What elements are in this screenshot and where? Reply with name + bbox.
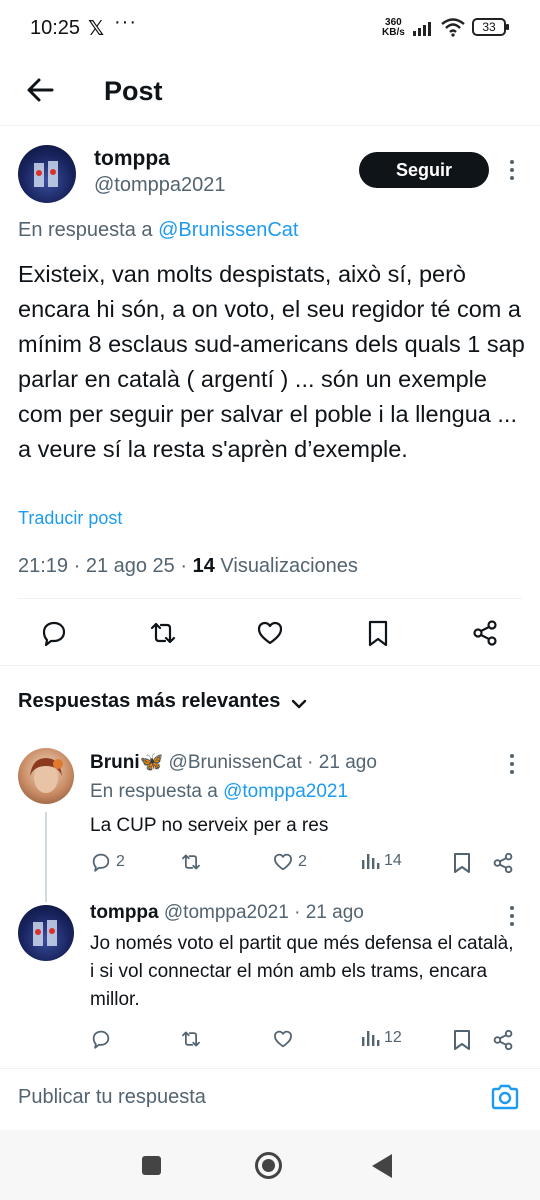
more-notifications-icon: ··· bbox=[114, 11, 137, 33]
replies-sort-label[interactable]: Respuestas más relevantes bbox=[18, 690, 280, 713]
author-avatar[interactable] bbox=[18, 145, 76, 203]
post-meta: 21:19 · 21 ago 25 · 14 Visualizaciones bbox=[18, 555, 358, 578]
home-button[interactable] bbox=[255, 1152, 282, 1179]
page-title: Post bbox=[104, 76, 163, 106]
post-views-count: 14 bbox=[192, 555, 215, 577]
reply-time: · 21 ago bbox=[294, 902, 364, 923]
thread-line bbox=[45, 812, 47, 902]
composer-divider bbox=[0, 1068, 540, 1069]
top-header: Post bbox=[0, 56, 540, 126]
reply-repost-button[interactable] bbox=[180, 1028, 206, 1050]
status-time: 10:25 bbox=[30, 17, 81, 39]
author-handle[interactable]: @tomppa2021 bbox=[94, 174, 226, 197]
chevron-down-icon[interactable] bbox=[288, 693, 310, 715]
reply-author-name[interactable]: Bruni🦋 bbox=[90, 752, 163, 773]
camera-icon[interactable] bbox=[490, 1082, 520, 1112]
reply-time: · 21 ago bbox=[307, 752, 377, 773]
reply-like-button[interactable]: 2 bbox=[272, 851, 307, 873]
avatar-image bbox=[34, 161, 58, 187]
reply-icon bbox=[92, 853, 110, 872]
system-back-button[interactable] bbox=[372, 1154, 392, 1178]
network-speed: 360 KB/s bbox=[382, 18, 405, 38]
reply-icon bbox=[42, 621, 66, 647]
cell-signal-icon bbox=[413, 22, 431, 36]
arrow-left-icon[interactable] bbox=[22, 72, 58, 108]
analytics-icon bbox=[362, 854, 380, 869]
reply-icon bbox=[92, 1030, 110, 1049]
reply-like-button[interactable] bbox=[272, 1028, 298, 1050]
system-navigation-bar bbox=[0, 1130, 540, 1200]
reply-views-button[interactable]: 14 bbox=[360, 851, 402, 871]
bookmark-icon[interactable] bbox=[452, 1029, 472, 1051]
heart-icon bbox=[274, 853, 292, 871]
avatar-image bbox=[33, 920, 57, 946]
reply-to-prefix: En respuesta a bbox=[18, 219, 153, 241]
views-count: 14 bbox=[384, 852, 402, 869]
recent-apps-button[interactable] bbox=[142, 1156, 161, 1175]
reply-button[interactable] bbox=[37, 616, 71, 650]
divider bbox=[18, 598, 522, 599]
reply-views-button[interactable]: 12 bbox=[360, 1028, 402, 1048]
like-button[interactable] bbox=[253, 616, 287, 650]
reply-count: 2 bbox=[116, 853, 125, 870]
post-timestamp: 21:19 · 21 ago 25 · bbox=[18, 555, 188, 577]
reply-author-handle[interactable]: @BrunissenCat bbox=[169, 752, 302, 773]
wifi-icon bbox=[441, 18, 465, 37]
network-speed-unit: KB/s bbox=[382, 27, 405, 38]
reply-avatar[interactable] bbox=[18, 748, 74, 804]
bookmark-icon bbox=[368, 620, 388, 647]
reply-avatar[interactable] bbox=[18, 905, 74, 961]
x-logo-icon: 𝕏 bbox=[88, 18, 105, 40]
share-icon bbox=[473, 620, 497, 646]
translate-post-link[interactable]: Traducir post bbox=[18, 508, 122, 529]
repost-icon bbox=[182, 854, 200, 870]
more-vertical-icon[interactable] bbox=[502, 158, 522, 182]
views-count: 12 bbox=[384, 1029, 402, 1046]
repost-icon bbox=[150, 622, 176, 644]
status-bar: 10:25 𝕏 ··· 360 KB/s 33 bbox=[0, 0, 540, 56]
heart-icon bbox=[257, 621, 283, 645]
author-name[interactable]: tomppa bbox=[94, 147, 170, 171]
share-icon[interactable] bbox=[491, 851, 515, 875]
repost-icon bbox=[182, 1031, 200, 1047]
avatar-image bbox=[30, 758, 63, 793]
reply-header: tomppa @tomppa2021 · 21 ago bbox=[90, 902, 364, 924]
bookmark-icon[interactable] bbox=[452, 852, 472, 874]
heart-icon bbox=[274, 1030, 292, 1048]
repost-button[interactable] bbox=[146, 616, 180, 650]
more-vertical-icon[interactable] bbox=[502, 904, 522, 928]
follow-button[interactable]: Seguir bbox=[359, 152, 489, 188]
reply-to-prefix: En respuesta a bbox=[90, 781, 218, 802]
more-vertical-icon[interactable] bbox=[502, 752, 522, 776]
post-action-bar bbox=[0, 612, 540, 654]
battery-icon: 33 bbox=[472, 18, 509, 36]
reply-context: En respuesta a @tomppa2021 bbox=[90, 781, 348, 803]
reply-reply-button[interactable]: 2 bbox=[90, 851, 125, 873]
share-icon[interactable] bbox=[491, 1028, 515, 1052]
reply-composer-input[interactable]: Publicar tu respuesta bbox=[18, 1086, 206, 1109]
post-text: Existeix, van molts despistats, això sí,… bbox=[18, 261, 525, 462]
analytics-icon bbox=[362, 1031, 380, 1046]
reply-to-handle-link[interactable]: @tomppa2021 bbox=[223, 781, 348, 802]
section-divider bbox=[0, 665, 540, 666]
post-views-label: Visualizaciones bbox=[220, 555, 358, 577]
reply-text: Jo només voto el partit que més defensa … bbox=[90, 933, 514, 1010]
reply-repost-button[interactable] bbox=[180, 851, 206, 873]
like-count: 2 bbox=[298, 853, 307, 870]
reply-author-handle[interactable]: @tomppa2021 bbox=[164, 902, 289, 923]
share-button[interactable] bbox=[468, 616, 502, 650]
reply-to-handle-link[interactable]: @BrunissenCat bbox=[158, 219, 298, 241]
reply-header: Bruni🦋 @BrunissenCat · 21 ago bbox=[90, 750, 377, 774]
reply-reply-button[interactable] bbox=[90, 1028, 116, 1050]
reply-context: En respuesta a @BrunissenCat bbox=[18, 219, 298, 242]
bookmark-button[interactable] bbox=[361, 616, 395, 650]
reply-author-name[interactable]: tomppa bbox=[90, 902, 159, 923]
reply-text: La CUP no serveix per a res bbox=[90, 815, 329, 836]
